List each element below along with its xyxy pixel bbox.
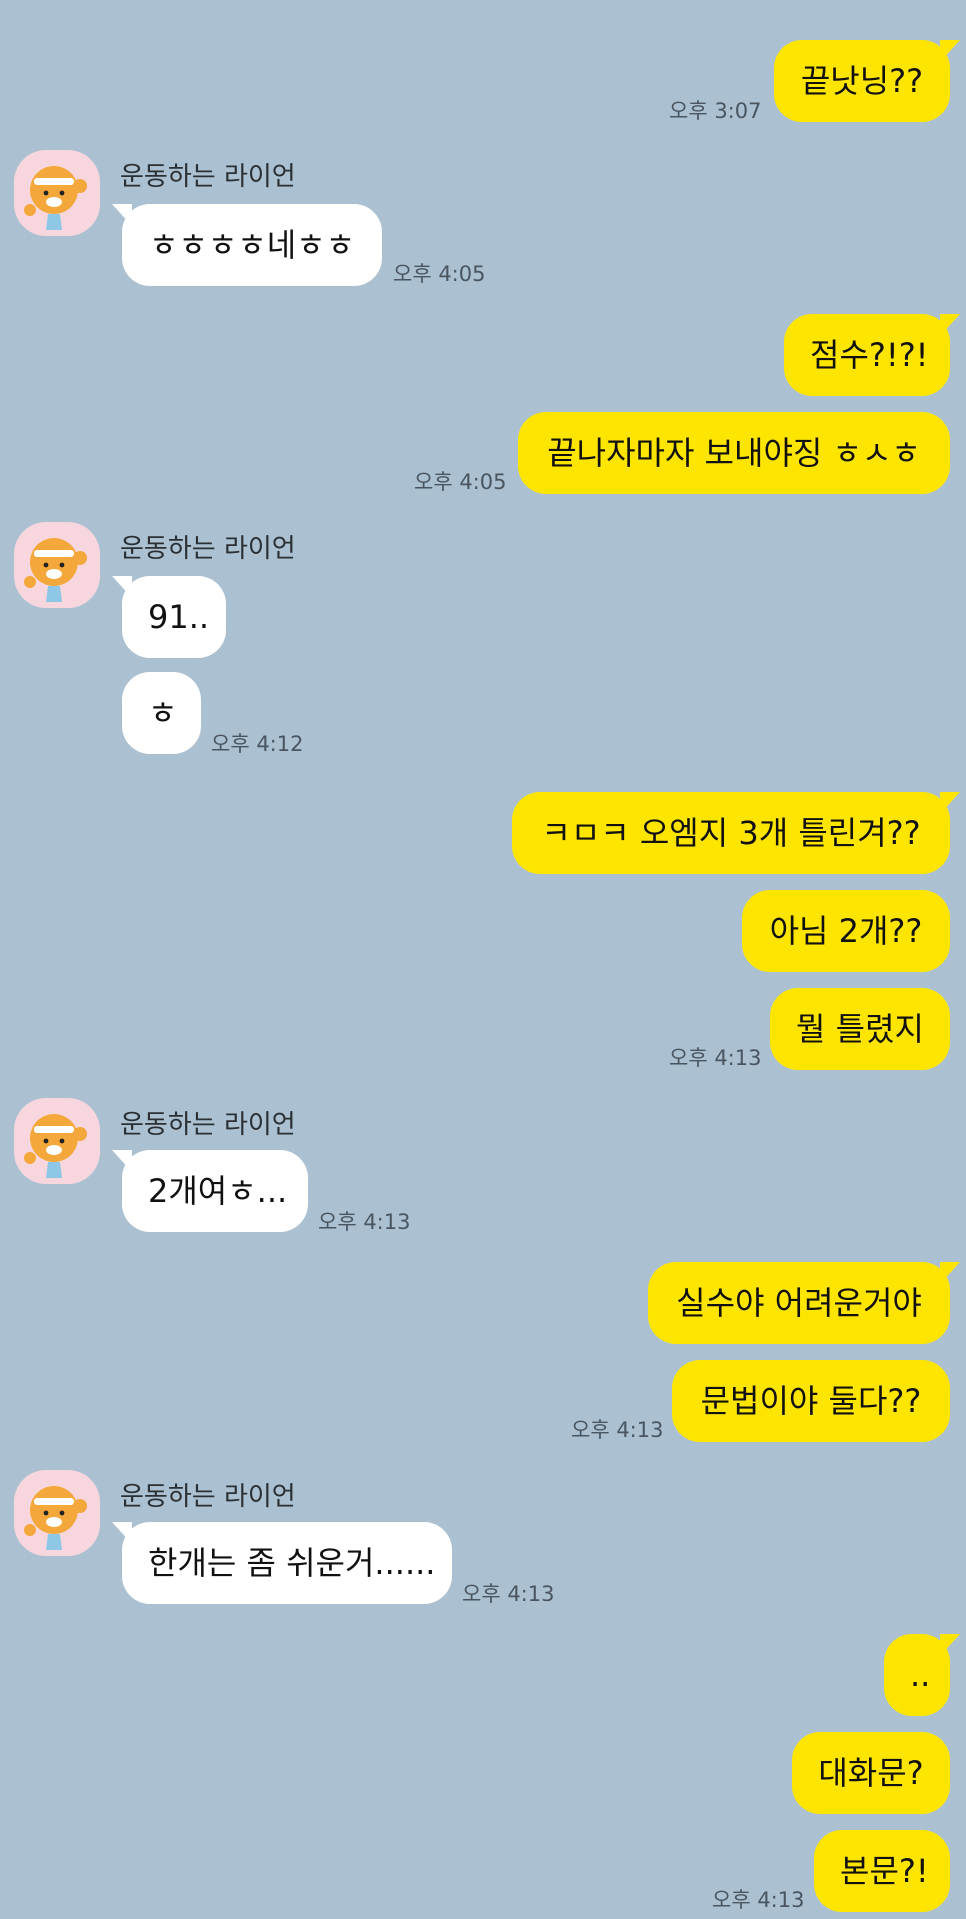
contact-avatar[interactable]	[14, 1470, 100, 1556]
chat-view: 오후 3:07 끝낫닝?? 운동하는 라이언 ㅎㅎㅎㅎ네ㅎㅎ 오후 4:05 점…	[0, 0, 966, 1919]
contact-name: 운동하는 라이언	[120, 1110, 296, 1140]
incoming-message-bubble[interactable]: 91..	[112, 576, 226, 658]
message-time: 오후 4:13	[712, 1888, 805, 1912]
ryan-character-avatar-icon	[24, 1486, 87, 1550]
outgoing-message-bubble[interactable]: 아님 2개??	[742, 890, 950, 972]
outgoing-message-bubble[interactable]: 뭘 틀렸지	[770, 988, 950, 1070]
incoming-message-bubble[interactable]: 한개는 좀 쉬운거......	[112, 1522, 452, 1604]
outgoing-message-bubble[interactable]: 실수야 어려운거야	[648, 1262, 960, 1344]
outgoing-message-bubble[interactable]: 점수?!?!	[784, 314, 960, 396]
contact-avatar[interactable]	[14, 1098, 100, 1184]
ryan-character-avatar-icon	[24, 538, 87, 602]
contact-name: 운동하는 라이언	[120, 162, 296, 192]
outgoing-message-bubble[interactable]: 끝낫닝??	[774, 40, 960, 122]
outgoing-message-bubble[interactable]: 문법이야 둘다??	[672, 1360, 950, 1442]
message-time: 오후 4:13	[318, 1210, 411, 1234]
contact-name: 운동하는 라이언	[120, 534, 296, 564]
ryan-character-avatar-icon	[24, 166, 87, 230]
message-time: 오후 4:13	[669, 1046, 762, 1070]
message-time: 오후 4:05	[414, 470, 507, 494]
message-time: 오후 4:13	[462, 1582, 555, 1606]
outgoing-message-bubble[interactable]: ㅋㅁㅋ 오엠지 3개 틀린겨??	[512, 792, 960, 874]
message-time: 오후 4:05	[393, 262, 486, 286]
ryan-character-avatar-icon	[24, 1114, 87, 1178]
message-time: 오후 4:12	[211, 732, 304, 756]
incoming-message-bubble[interactable]: ㅎㅎㅎㅎ네ㅎㅎ	[112, 204, 382, 286]
outgoing-message-bubble[interactable]: 대화문?	[792, 1732, 950, 1814]
outgoing-message-bubble[interactable]: 본문?!	[814, 1830, 950, 1912]
outgoing-message-bubble[interactable]: 끝나자마자 보내야징 ㅎㅅㅎ	[518, 412, 950, 494]
contact-avatar[interactable]	[14, 522, 100, 608]
contact-avatar[interactable]	[14, 150, 100, 236]
message-time: 오후 3:07	[669, 99, 762, 123]
message-time: 오후 4:13	[571, 1418, 664, 1442]
incoming-message-bubble[interactable]: 2개여ㅎ...	[112, 1150, 308, 1232]
incoming-message-bubble[interactable]: ㅎ	[122, 672, 201, 754]
outgoing-message-bubble[interactable]: ..	[884, 1634, 960, 1716]
contact-name: 운동하는 라이언	[120, 1482, 296, 1512]
